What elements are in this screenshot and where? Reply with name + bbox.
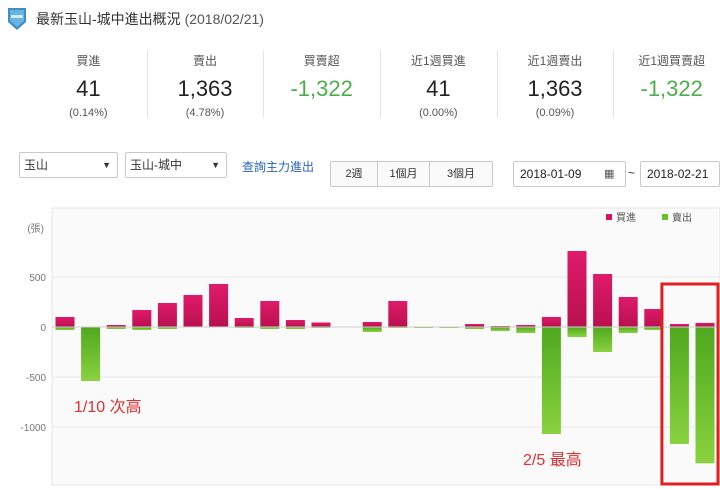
stat-week-sell: 近1週賣出 1,363 (0.09%) xyxy=(496,44,614,130)
stat-value: -1,322 xyxy=(640,76,703,101)
start-date-input[interactable]: 2018-01-09 ▦ xyxy=(513,161,626,187)
buy-bar xyxy=(695,322,715,327)
stat-label: 買進 xyxy=(76,54,101,68)
stat-percent: (0.00%) xyxy=(419,107,458,119)
sell-bar xyxy=(669,327,689,444)
buy-bar xyxy=(567,251,587,327)
stat-week-net: 近1週買賣超 -1,322 xyxy=(613,44,720,130)
end-date-value: 2018-02-21 xyxy=(647,167,709,181)
branch-select[interactable]: 玉山-城中 ▼ xyxy=(125,152,227,178)
y-tick-label: 0 xyxy=(40,323,46,334)
page-title-text: 最新玉山-城中進出概況 xyxy=(36,11,181,27)
sell-bar xyxy=(490,327,510,331)
stat-value: 1,363 xyxy=(177,76,233,101)
buy-bar xyxy=(541,317,561,327)
buy-bar xyxy=(311,322,331,327)
y-axis-label: (張) xyxy=(27,223,44,235)
period-button-group: 2週 1個月 3個月 xyxy=(330,161,493,187)
plot-background xyxy=(51,207,720,486)
stat-net: 買賣超 -1,322 xyxy=(263,44,380,130)
legend-sell-swatch xyxy=(662,214,668,220)
end-date-input[interactable]: 2018-02-21 xyxy=(640,161,720,187)
period-2weeks-button[interactable]: 2週 xyxy=(331,162,377,186)
buy-sell-chart: 500 0 -500 -1000 (張) 買進 賣出 1/10 次高 2/5 最高 xyxy=(0,204,720,489)
stats-row: 買進 41 (0.14%) 賣出 1,363 (4.78%) 買賣超 -1,32… xyxy=(30,44,720,130)
shield-badge-icon xyxy=(6,6,28,32)
buy-bar xyxy=(132,310,152,327)
stat-value: 1,363 xyxy=(527,76,583,101)
chevron-down-icon: ▼ xyxy=(102,160,111,170)
calendar-icon[interactable]: ▦ xyxy=(604,162,614,186)
chart-annotation: 2/5 最高 xyxy=(523,451,582,469)
stat-label: 近1週買進 xyxy=(411,54,466,68)
buy-bar xyxy=(209,284,229,327)
stat-label: 近1週買賣超 xyxy=(638,54,706,68)
controls-bar: 玉山 ▼ 玉山-城中 ▼ 查詢主力進出 2週 1個月 3個月 2018-01-0… xyxy=(0,152,720,192)
y-tick-label: -500 xyxy=(26,373,46,384)
sell-bar xyxy=(593,327,613,352)
stat-value: -1,322 xyxy=(290,76,353,101)
sell-bar xyxy=(695,327,715,464)
stat-value: 41 xyxy=(76,76,101,101)
buy-bar xyxy=(593,274,613,327)
chart-svg: 500 0 -500 -1000 (張) 買進 賣出 1/10 次高 2/5 最高 xyxy=(20,207,720,486)
legend-buy-swatch xyxy=(606,214,612,220)
stat-percent: (4.78%) xyxy=(185,107,225,119)
sell-bar xyxy=(567,327,587,337)
buy-bar xyxy=(157,303,177,327)
start-date-value: 2018-01-09 xyxy=(520,167,582,181)
chart-annotation: 1/10 次高 xyxy=(74,398,142,416)
stat-percent xyxy=(263,106,380,120)
sell-bar xyxy=(516,327,536,333)
buy-bar xyxy=(618,297,638,327)
period-1month-button[interactable]: 1個月 xyxy=(377,162,429,186)
buy-bar xyxy=(388,301,408,327)
stat-label: 賣出 xyxy=(193,54,218,68)
stat-label: 買賣超 xyxy=(303,54,340,68)
sell-bar xyxy=(541,327,561,434)
stat-percent: (0.09%) xyxy=(535,107,575,119)
broker-select-value: 玉山 xyxy=(24,158,49,172)
sell-bar xyxy=(81,327,101,381)
page-title-date: (2018/02/21) xyxy=(184,11,264,27)
date-range-separator: ~ xyxy=(628,166,636,180)
stat-percent: (0.14%) xyxy=(69,107,108,119)
stat-sell: 賣出 1,363 (4.78%) xyxy=(146,44,264,130)
buy-bar xyxy=(55,317,75,327)
y-tick-label: -1000 xyxy=(20,423,46,434)
page-title: 最新玉山-城中進出概況 (2018/02/21) xyxy=(36,9,264,29)
buy-bar xyxy=(234,318,254,327)
stat-percent xyxy=(613,106,720,120)
legend-buy-label: 買進 xyxy=(616,212,636,224)
legend-sell-label: 賣出 xyxy=(672,211,692,224)
buy-bar xyxy=(362,322,382,327)
stat-label: 近1週賣出 xyxy=(527,54,583,68)
buy-bar xyxy=(285,320,305,327)
stat-week-buy: 近1週買進 41 (0.00%) xyxy=(380,44,497,130)
buy-bar xyxy=(183,295,203,327)
broker-select[interactable]: 玉山 ▼ xyxy=(19,152,118,178)
sell-bar xyxy=(362,327,382,332)
query-main-force-link[interactable]: 查詢主力進出 xyxy=(242,158,314,175)
stat-buy: 買進 41 (0.14%) xyxy=(30,44,147,130)
stat-value: 41 xyxy=(426,76,451,101)
period-3months-button[interactable]: 3個月 xyxy=(429,162,492,186)
y-tick-label: 500 xyxy=(29,273,46,284)
header: 最新玉山-城中進出概況 (2018/02/21) xyxy=(6,4,264,34)
buy-bar xyxy=(260,301,280,327)
chevron-down-icon: ▼ xyxy=(211,160,220,170)
sell-bar xyxy=(618,327,638,333)
branch-select-value: 玉山-城中 xyxy=(130,158,182,172)
